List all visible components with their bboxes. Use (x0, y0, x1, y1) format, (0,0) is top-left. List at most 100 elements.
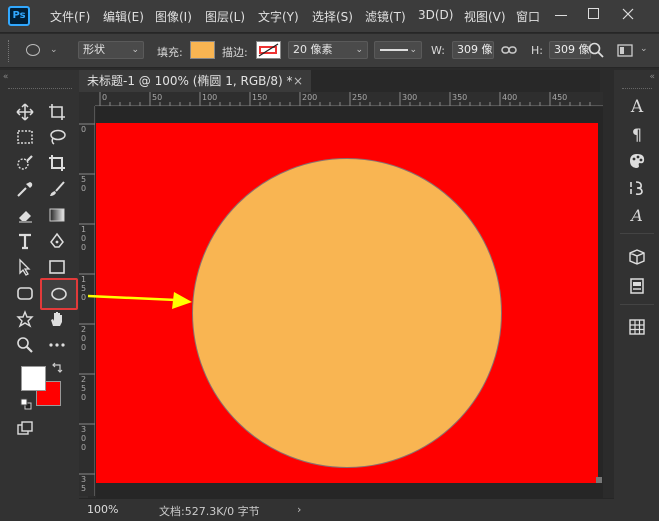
paragraph-panel-button[interactable]: ¶ (626, 123, 648, 145)
menu-view[interactable]: 视图(V) (464, 8, 506, 25)
menu-3d[interactable]: 3D(D) (418, 8, 453, 22)
menu-file[interactable]: 文件(F) (50, 8, 90, 25)
stroke-label: 描边: (222, 46, 248, 59)
fill-swatch[interactable] (190, 41, 215, 59)
more-tools-button[interactable] (44, 334, 70, 356)
crop-icon (49, 155, 65, 171)
pen-icon (50, 232, 64, 248)
stroke-line-icon (380, 49, 408, 51)
artboard-tool[interactable] (44, 101, 70, 123)
brush-icon (50, 181, 65, 196)
layers-grid-panel-button[interactable] (626, 316, 648, 338)
path-selection-tool[interactable] (12, 256, 38, 278)
properties-panel-button[interactable] (626, 275, 648, 297)
color-panel-button[interactable] (626, 150, 648, 172)
stroke-width-dropdown[interactable]: 20 像素 ⌄ (288, 41, 368, 59)
status-bar: 100% 文档:527.3K/0 字节 › (79, 498, 614, 521)
height-input[interactable]: 309 像 (549, 41, 591, 59)
ellipsis-icon (49, 343, 65, 347)
document-tab[interactable]: 未标题-1 @ 100% (椭圆 1, RGB/8) * × (79, 70, 311, 92)
3d-panel-button[interactable] (626, 246, 648, 268)
rectangular-marquee-tool[interactable] (12, 126, 38, 148)
mode-value: 形状 (83, 43, 105, 56)
ruler-label: 400 (502, 93, 518, 102)
type-tool[interactable] (12, 230, 38, 252)
collapsed-panels-dock: « A ¶ A (614, 70, 659, 521)
character-panel-button[interactable]: A (626, 96, 648, 118)
ruler-label: 350 (452, 93, 468, 102)
ruler-horizontal[interactable]: 0 50 100 150 200 250 300 350 400 450 (95, 92, 603, 106)
lasso-tool[interactable] (44, 126, 70, 148)
move-tool[interactable] (12, 101, 38, 123)
marquee-icon (17, 130, 33, 144)
menu-edit[interactable]: 编辑(E) (103, 8, 144, 25)
link-dimensions-button[interactable] (501, 42, 519, 58)
dock-expand-grip[interactable]: « (614, 70, 659, 84)
dock-grip (622, 88, 652, 90)
eraser-tool[interactable] (12, 204, 38, 226)
ellipse-shape-layer[interactable] (192, 158, 502, 468)
tools-panel: « (0, 70, 88, 521)
menu-filter[interactable]: 滤镜(T) (365, 8, 406, 25)
rectangle-icon (49, 260, 65, 274)
ruler-label: 0 (81, 125, 87, 134)
zoom-tool[interactable] (12, 334, 38, 356)
menu-image[interactable]: 图像(I) (155, 8, 192, 25)
close-tab-icon[interactable]: × (293, 70, 303, 92)
annotation-arrow-icon (87, 292, 192, 309)
puppet-warp-tool[interactable] (12, 308, 38, 330)
rectangle-tool[interactable] (44, 256, 70, 278)
screen-mode-button[interactable] (12, 418, 38, 440)
lasso-icon (50, 129, 66, 145)
close-window-button[interactable] (622, 6, 636, 22)
chevron-down-icon[interactable]: ⌄ (640, 44, 648, 54)
opentype-panel-button[interactable]: A (626, 204, 648, 226)
cube-icon (629, 249, 645, 265)
gradient-tool[interactable] (44, 204, 70, 226)
ruler-label: 450 (552, 93, 568, 102)
eyedropper-tool[interactable] (12, 178, 38, 200)
menu-select[interactable]: 选择(S) (312, 8, 353, 25)
stroke-swatch[interactable] (256, 41, 281, 59)
height-label: H: (531, 44, 543, 57)
stroke-width-value: 20 像素 (293, 43, 333, 56)
crop-tool[interactable] (44, 152, 70, 174)
hand-tool[interactable] (44, 308, 70, 330)
palette-icon (630, 154, 645, 168)
options-grip (8, 40, 11, 62)
glyphs-panel-button[interactable] (626, 177, 648, 199)
toolbar-collapse-grip[interactable]: « (0, 70, 79, 84)
chevron-down-icon: ⌄ (131, 45, 139, 55)
eraser-icon (19, 211, 32, 223)
minimize-button[interactable] (555, 7, 569, 21)
menu-type[interactable]: 文字(Y) (258, 8, 299, 25)
pen-tool[interactable] (44, 230, 70, 252)
brush-tool[interactable] (44, 178, 70, 200)
menu-layer[interactable]: 图层(L) (205, 8, 245, 25)
maximize-button[interactable] (588, 8, 600, 20)
workspace-button[interactable] (617, 44, 633, 57)
zoom-level[interactable]: 100% (87, 503, 118, 516)
screen-mode-icon (17, 421, 33, 435)
search-icon (588, 42, 604, 58)
ruler-corner (79, 92, 95, 106)
foreground-color-swatch[interactable] (21, 366, 46, 391)
menu-window[interactable]: 窗口 (516, 8, 540, 25)
link-icon (501, 46, 517, 54)
default-colors-icon (20, 398, 32, 410)
properties-icon (630, 278, 644, 294)
mode-dropdown[interactable]: 形状 ⌄ (78, 41, 144, 59)
quick-selection-tool[interactable] (12, 152, 38, 174)
rounded-rectangle-tool[interactable] (12, 282, 38, 304)
search-button[interactable] (588, 42, 604, 58)
italic-a-icon: A (631, 205, 643, 225)
tool-preset-picker[interactable]: ⌄ (22, 38, 64, 64)
default-colors-button[interactable] (20, 398, 32, 410)
ellipse-tool[interactable] (40, 278, 78, 310)
chevron-down-icon: ⌄ (409, 45, 417, 55)
width-input[interactable]: 309 像 (452, 41, 494, 59)
hand-icon (51, 312, 62, 326)
swap-colors-button[interactable] (51, 362, 63, 374)
status-menu-arrow[interactable]: › (297, 503, 301, 516)
stroke-type-dropdown[interactable]: ⌄ (374, 41, 422, 59)
